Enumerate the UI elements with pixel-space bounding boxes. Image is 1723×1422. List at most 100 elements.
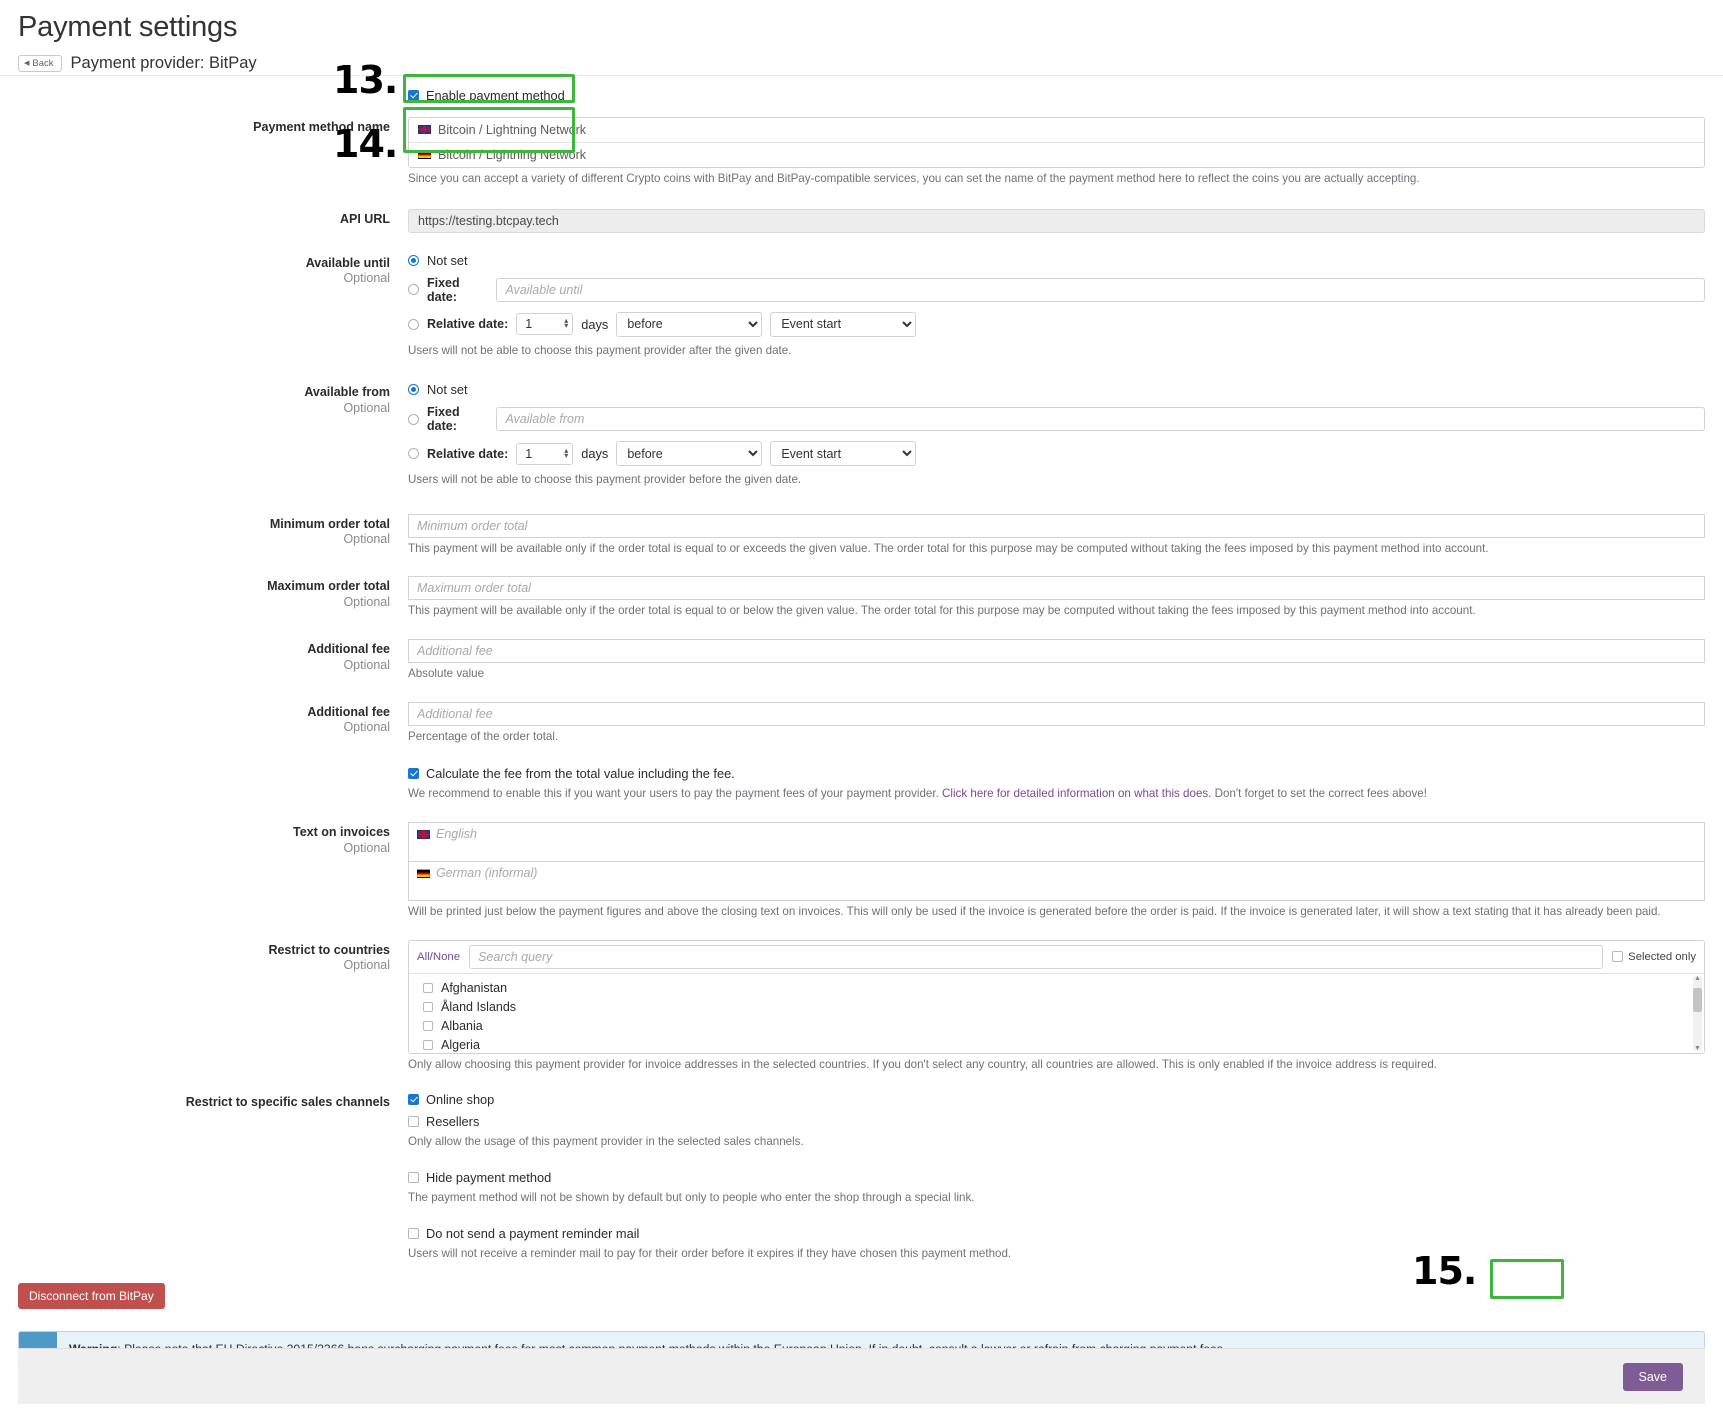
available-from-relative-row[interactable]: Relative date: 1 ▴▾ days before Event st… xyxy=(408,441,1705,466)
annotation-step-15: 15. xyxy=(1412,1249,1476,1293)
available-until-days-stepper[interactable]: 1 ▴▾ xyxy=(516,313,573,335)
api-url-value: https://testing.btcpay.tech xyxy=(408,209,1705,233)
country-checkbox[interactable] xyxy=(423,1002,433,1012)
country-list-item[interactable]: Åland Islands xyxy=(409,998,1704,1017)
additional-fee-absolute-input[interactable] xyxy=(408,639,1705,663)
available-until-not-set-label[interactable]: Not set xyxy=(427,253,468,268)
page-title: Payment settings xyxy=(18,12,1705,44)
available-from-fixed-row[interactable]: Fixed date: xyxy=(408,405,1705,433)
minimum-order-total-input[interactable] xyxy=(408,514,1705,538)
header-divider xyxy=(0,75,1723,76)
country-checkbox[interactable] xyxy=(423,1021,433,1031)
country-list[interactable]: Afghanistan Åland Islands Albania Algeri… xyxy=(409,974,1704,1053)
annotation-step-14: 14. xyxy=(333,122,397,166)
calculate-fee-label[interactable]: Calculate the fee from the total value i… xyxy=(426,766,735,781)
available-until-relative-radio[interactable] xyxy=(408,319,419,330)
sales-channel-online-shop-checkbox[interactable] xyxy=(408,1094,419,1105)
available-from-fixed-input[interactable] xyxy=(496,407,1705,431)
calculate-fee-checkbox[interactable] xyxy=(408,768,419,779)
scrollbar-thumb[interactable] xyxy=(1693,988,1702,1012)
country-list-scrollbar[interactable]: ▲ ▼ xyxy=(1693,976,1702,1051)
country-search-input[interactable] xyxy=(469,945,1603,969)
country-selected-only-label[interactable]: Selected only xyxy=(1628,951,1696,963)
enable-payment-method-row[interactable]: Enable payment method xyxy=(408,88,1705,103)
stepper-arrows-icon[interactable]: ▴▾ xyxy=(564,319,568,329)
additional-fee-absolute-optional: Optional xyxy=(18,658,390,674)
available-until-fixed-input[interactable] xyxy=(496,278,1705,302)
available-from-fixed-radio[interactable] xyxy=(408,414,419,425)
country-selected-only-checkbox[interactable] xyxy=(1612,951,1623,962)
enable-payment-method-label[interactable]: Enable payment method xyxy=(426,88,565,103)
payment-settings-form: Enable payment method Payment method nam… xyxy=(0,88,1723,1387)
country-select-all-link[interactable]: All xyxy=(417,951,430,963)
available-until-relative-row[interactable]: Relative date: 1 ▴▾ days before Event st… xyxy=(408,312,1705,337)
scroll-down-icon[interactable]: ▼ xyxy=(1694,1045,1701,1052)
save-button[interactable]: Save xyxy=(1623,1363,1684,1391)
available-until-fixed-radio[interactable] xyxy=(408,284,419,295)
additional-fee-percent-input[interactable] xyxy=(408,702,1705,726)
field-restrict-countries: Restrict to countries Optional All/None … xyxy=(18,940,1705,1073)
available-until-label-text: Available until xyxy=(306,256,390,270)
text-on-invoices-en-textarea[interactable] xyxy=(408,822,1705,862)
available-until-fixed-label: Fixed date: xyxy=(427,276,488,304)
country-label: Åland Islands xyxy=(441,1000,516,1014)
available-until-optional: Optional xyxy=(18,271,390,287)
stepper-arrows-icon[interactable]: ▴▾ xyxy=(564,449,568,459)
sales-channels-label: Restrict to specific sales channels xyxy=(18,1092,408,1111)
available-from-optional: Optional xyxy=(18,401,390,417)
maximum-order-total-input[interactable] xyxy=(408,576,1705,600)
calculate-fee-row[interactable]: Calculate the fee from the total value i… xyxy=(408,766,1705,781)
available-from-relative-radio[interactable] xyxy=(408,448,419,459)
available-until-before-select[interactable]: before xyxy=(616,312,762,337)
available-from-label: Available from Optional xyxy=(18,382,408,416)
payment-method-name-row-en[interactable]: Bitcoin / Lightning Network xyxy=(409,118,1704,143)
calculate-fee-label-spacer xyxy=(18,766,408,769)
available-from-event-select[interactable]: Event start xyxy=(770,441,916,466)
country-list-item[interactable]: Albania xyxy=(409,1017,1704,1036)
available-until-relative-label: Relative date: xyxy=(427,317,508,331)
text-on-invoices-de-textarea[interactable] xyxy=(408,861,1705,901)
country-checkbox[interactable] xyxy=(423,1040,433,1050)
country-picker-header: All/None Selected only xyxy=(409,941,1704,974)
maximum-order-total-help: This payment will be available only if t… xyxy=(408,603,1705,619)
field-payment-method-name: Payment method name Bitcoin / Lightning … xyxy=(18,117,1705,187)
country-select-none-link[interactable]: None xyxy=(433,951,460,963)
sales-channel-resellers-checkbox[interactable] xyxy=(408,1116,419,1127)
scroll-up-icon[interactable]: ▲ xyxy=(1694,975,1701,982)
available-from-label-text: Available from xyxy=(304,385,390,399)
no-reminder-mail-row[interactable]: Do not send a payment reminder mail xyxy=(408,1226,1705,1241)
sales-channel-resellers-row[interactable]: Resellers xyxy=(408,1114,1705,1129)
available-from-not-set-row[interactable]: Not set xyxy=(408,382,1705,397)
sales-channel-online-shop-label[interactable]: Online shop xyxy=(426,1092,494,1107)
available-until-fixed-row[interactable]: Fixed date: xyxy=(408,276,1705,304)
back-button[interactable]: ◀ Back xyxy=(18,55,62,73)
enable-payment-method-checkbox[interactable] xyxy=(408,90,419,101)
hide-payment-method-row[interactable]: Hide payment method xyxy=(408,1170,1705,1185)
sales-channel-online-shop-row[interactable]: Online shop xyxy=(408,1092,1705,1107)
additional-fee-percent-optional: Optional xyxy=(18,720,390,736)
page-header: Payment settings ◀ Back Payment provider… xyxy=(0,0,1723,73)
field-api-url: API URL https://testing.btcpay.tech xyxy=(18,209,1705,233)
calculate-fee-help-link[interactable]: Click here for detailed information on w… xyxy=(942,787,1211,800)
no-reminder-mail-checkbox[interactable] xyxy=(408,1228,419,1239)
hide-payment-method-checkbox[interactable] xyxy=(408,1172,419,1183)
available-until-not-set-radio[interactable] xyxy=(408,255,419,266)
available-from-days-stepper[interactable]: 1 ▴▾ xyxy=(516,443,573,465)
available-until-event-select[interactable]: Event start xyxy=(770,312,916,337)
country-selected-only-row[interactable]: Selected only xyxy=(1612,951,1696,963)
available-from-before-select[interactable]: before xyxy=(616,441,762,466)
available-from-not-set-label[interactable]: Not set xyxy=(427,382,468,397)
country-list-item[interactable]: Algeria xyxy=(409,1036,1704,1053)
payment-method-name-row-de[interactable]: Bitcoin / Lightning Network xyxy=(409,143,1704,167)
available-from-not-set-radio[interactable] xyxy=(408,384,419,395)
sales-channel-resellers-label[interactable]: Resellers xyxy=(426,1114,479,1129)
text-on-invoices-help: Will be printed just below the payment f… xyxy=(408,904,1705,920)
disconnect-button[interactable]: Disconnect from BitPay xyxy=(18,1283,165,1309)
available-from-days-value: 1 xyxy=(525,447,532,461)
country-list-item[interactable]: Afghanistan xyxy=(409,979,1704,998)
available-until-not-set-row[interactable]: Not set xyxy=(408,253,1705,268)
country-checkbox[interactable] xyxy=(423,983,433,993)
no-reminder-mail-label[interactable]: Do not send a payment reminder mail xyxy=(426,1226,639,1241)
sales-channels-help: Only allow the usage of this payment pro… xyxy=(408,1134,1705,1150)
hide-payment-method-label[interactable]: Hide payment method xyxy=(426,1170,551,1185)
